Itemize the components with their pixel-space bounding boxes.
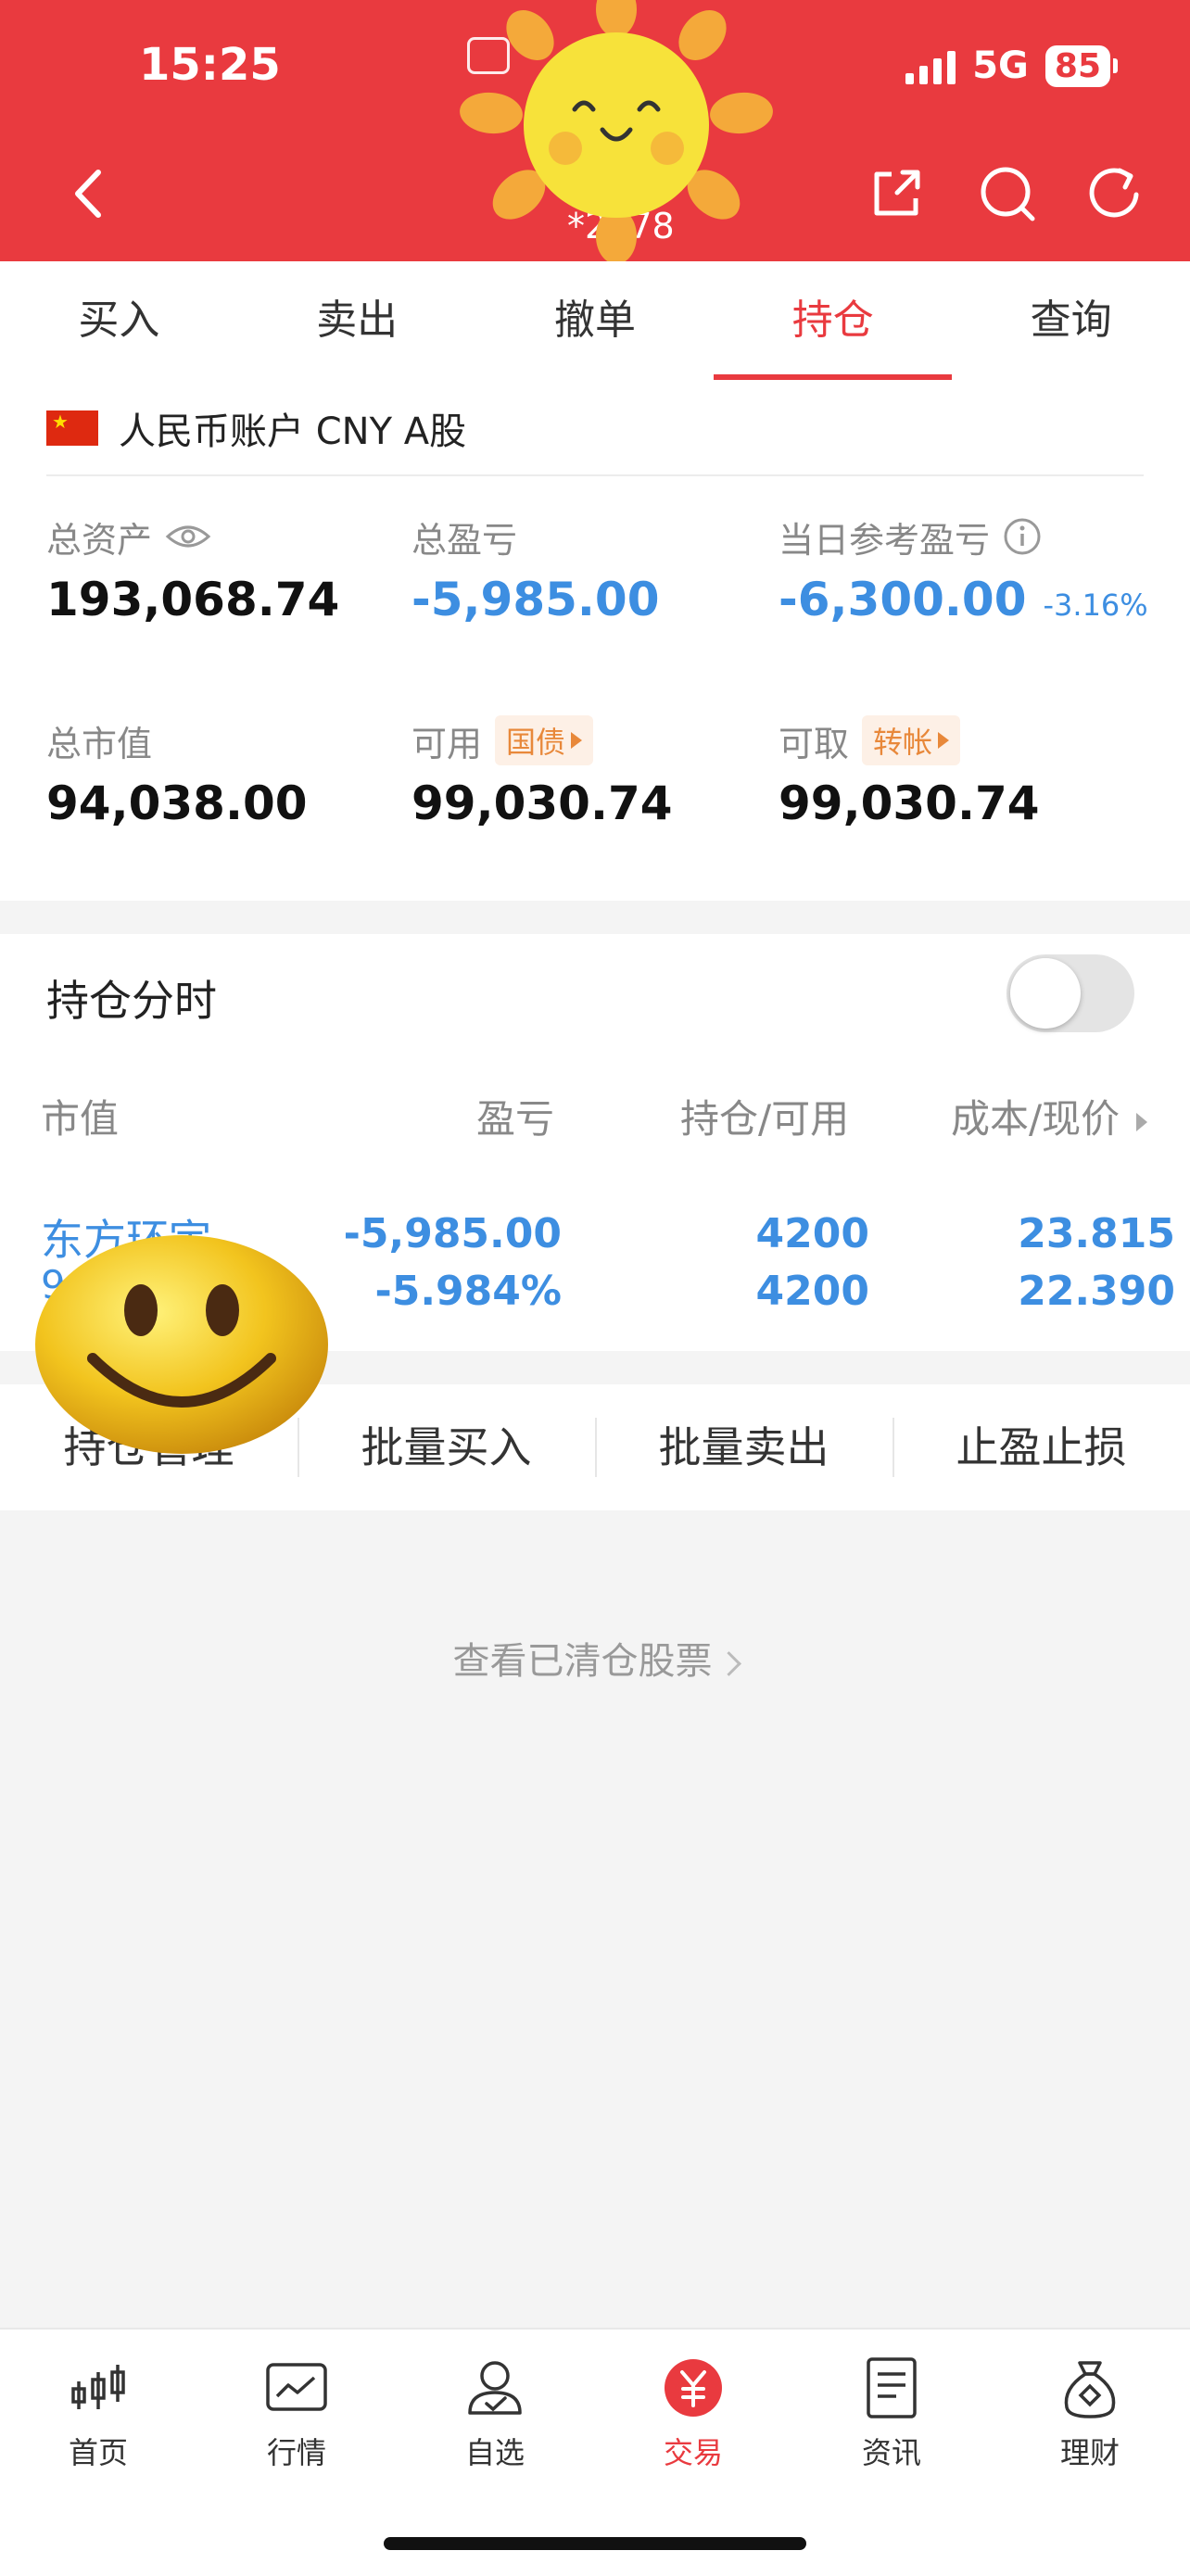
- share-icon[interactable]: [864, 161, 929, 226]
- holding-timeshare-row: 持仓分时: [0, 934, 1190, 1054]
- trade-tabs: 买入 卖出 撤单 持仓 查询: [0, 261, 1190, 382]
- toggle-label: 持仓分时: [46, 976, 217, 1026]
- column-header-position[interactable]: 持仓/可用: [680, 1088, 849, 1144]
- chevron-right-icon: [715, 1650, 741, 1676]
- metric-value: 99,030.74: [411, 777, 673, 830]
- column-header-pnl[interactable]: 盈亏: [476, 1088, 554, 1144]
- metric-value: 94,038.00: [46, 777, 308, 830]
- candlestick-icon: [71, 2365, 125, 2409]
- china-flag-icon: [46, 410, 98, 446]
- holdings-table-header: 市值 盈亏 持仓/可用 成本/现价: [0, 1053, 1190, 1171]
- status-indicators: 5G 85: [905, 44, 1119, 87]
- smiley-sticker: [35, 1235, 328, 1454]
- account-label: 人民币账户 CNY A股: [119, 410, 467, 453]
- cost-price: 23.815: [1018, 1210, 1175, 1257]
- tabbar-label: 资讯: [861, 2435, 921, 2470]
- caret-right-icon: [1136, 1112, 1148, 1131]
- metric-total-assets: 总资产 193,068.74: [46, 513, 340, 627]
- bond-badge[interactable]: 国债: [495, 715, 594, 765]
- money-bag-icon: [1064, 2361, 1116, 2418]
- chart-icon: [266, 2363, 327, 2411]
- metric-total-pnl: 总盈亏 -5,985.00: [411, 513, 660, 627]
- eye-icon[interactable]: [165, 521, 211, 552]
- toggle-knob: [1010, 958, 1081, 1029]
- view-cleared-stocks-link[interactable]: 查看已清仓股票: [0, 1631, 1190, 1685]
- tabbar-item-news[interactable]: 资讯: [817, 2355, 966, 2472]
- current-price: 22.390: [1018, 1268, 1175, 1315]
- available-qty: 4200: [755, 1268, 869, 1315]
- tabbar-item-wealth[interactable]: 理财: [1016, 2355, 1164, 2472]
- tabbar-label: 行情: [266, 2435, 326, 2470]
- signal-icon: [905, 47, 956, 84]
- refresh-icon[interactable]: [1082, 161, 1147, 226]
- account-selector[interactable]: 人民币账户 CNY A股: [46, 382, 1144, 476]
- tab-sell[interactable]: 卖出: [238, 261, 476, 382]
- tabbar-label: 理财: [1059, 2435, 1120, 2470]
- pnl-percent: -5.984%: [374, 1268, 562, 1315]
- metric-value: 99,030.74: [779, 777, 1040, 830]
- tab-query[interactable]: 查询: [952, 261, 1190, 382]
- battery-icon: 85: [1044, 44, 1119, 87]
- sun-sticker: [460, 0, 773, 264]
- tabbar-item-watchlist[interactable]: 自选: [421, 2355, 569, 2472]
- tab-buy[interactable]: 买入: [0, 261, 238, 382]
- info-icon[interactable]: [1003, 517, 1042, 556]
- play-arrow-icon: [938, 732, 950, 749]
- metric-withdrawable: 可取 转帐 99,030.74: [779, 715, 1040, 830]
- transfer-badge[interactable]: 转帐: [862, 715, 961, 765]
- tabbar-item-market[interactable]: 行情: [222, 2355, 371, 2472]
- tab-cancel[interactable]: 撤单: [476, 261, 715, 382]
- metric-label: 总市值: [46, 723, 153, 764]
- back-icon[interactable]: [57, 161, 122, 226]
- metric-value: -6,300.00: [779, 573, 1027, 626]
- column-header-market-value[interactable]: 市值: [41, 1088, 119, 1144]
- metric-value: -5,985.00: [411, 573, 660, 626]
- tabbar-item-home[interactable]: 首页: [24, 2355, 172, 2472]
- batch-sell-button[interactable]: 批量卖出: [595, 1384, 892, 1510]
- news-icon: [867, 2357, 917, 2418]
- header-bar: 15:25 5G 85 *2978: [0, 0, 1190, 264]
- take-profit-stop-loss-button[interactable]: 止盈止损: [892, 1384, 1190, 1510]
- metric-label: 可用: [411, 723, 483, 764]
- network-type: 5G: [972, 44, 1029, 87]
- metric-label: 总资产: [46, 519, 153, 561]
- metric-available: 可用 国债 99,030.74: [411, 715, 673, 830]
- metric-value: 193,068.74: [46, 573, 340, 626]
- search-icon[interactable]: [975, 161, 1040, 226]
- column-header-cost[interactable]: 成本/现价: [951, 1088, 1148, 1144]
- metric-label: 当日参考盈亏: [779, 519, 991, 561]
- batch-buy-button[interactable]: 批量买入: [298, 1384, 595, 1510]
- yuan-icon: [665, 2359, 722, 2417]
- tab-holdings[interactable]: 持仓: [714, 261, 952, 382]
- metric-label: 总盈亏: [411, 519, 518, 561]
- position-qty: 4200: [755, 1210, 869, 1257]
- holding-timeshare-toggle[interactable]: [1006, 954, 1134, 1032]
- user-check-icon: [468, 2361, 522, 2415]
- metric-daily-pnl: 当日参考盈亏 -6,300.00 -3.16%: [779, 513, 1148, 626]
- home-indicator: [384, 2537, 806, 2550]
- status-time: 15:25: [139, 39, 281, 91]
- tabbar-item-trade[interactable]: 交易: [619, 2355, 767, 2472]
- tabbar-label: 首页: [68, 2435, 128, 2470]
- tabbar-label: 自选: [464, 2435, 525, 2470]
- metric-pct: -3.16%: [1043, 587, 1148, 623]
- assets-summary: 人民币账户 CNY A股 总资产 193,068.74 总盈亏 -5,985.0…: [0, 382, 1190, 901]
- tabbar-label: 交易: [663, 2435, 723, 2470]
- metric-label: 可取: [779, 723, 850, 764]
- pnl-value: -5,985.00: [343, 1210, 562, 1257]
- metric-market-value: 总市值 94,038.00: [46, 717, 308, 831]
- play-arrow-icon: [571, 732, 583, 749]
